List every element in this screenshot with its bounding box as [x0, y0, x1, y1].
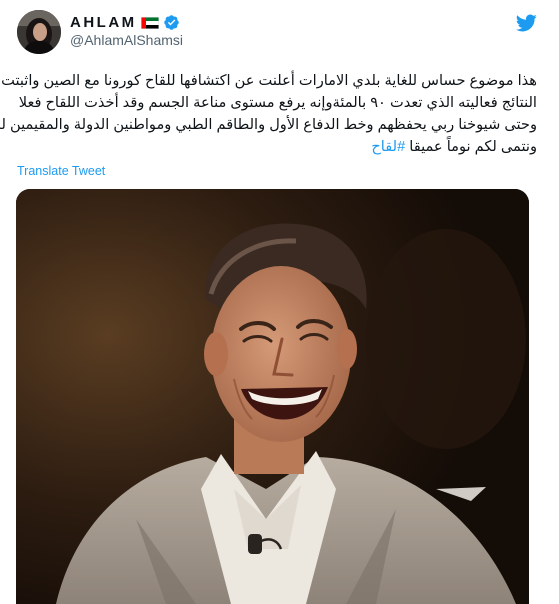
tweet-text-line-3: وحتى شيوخنا ربي يحفظهم وخط الدفاع الأول … [0, 117, 537, 133]
author-handle[interactable]: @AhlamAlShamsi [70, 32, 183, 48]
author-name-row: AHLAM [70, 13, 180, 31]
avatar[interactable] [17, 10, 61, 54]
tweet-text-line-2: النتائج فعاليته الذي تعدت ٩٠ بالمئةوإنه … [18, 95, 537, 111]
uae-flag-icon [140, 16, 159, 29]
author-display-name[interactable]: AHLAM [70, 14, 137, 31]
tweet-text-line-1: هذا موضوع حساس للغاية بلدي الامارات أعلن… [1, 73, 537, 89]
tweet-card: AHLAM @AhlamAlShamsi هذا موضوع حساس للغا… [0, 0, 559, 604]
verified-badge-icon [163, 14, 180, 31]
tweet-text: هذا موضوع حساس للغاية بلدي الامارات أعلن… [0, 70, 537, 158]
tweet-media-photo[interactable] [16, 189, 529, 604]
translate-tweet-link[interactable]: Translate Tweet [17, 164, 105, 178]
tweet-text-line-4-text: ونتمى لكم نوماً عميقا [405, 139, 537, 155]
tweet-text-line-4: ونتمى لكم نوماً عميقا #لقاح [16, 136, 537, 158]
twitter-bird-icon[interactable] [515, 12, 537, 34]
hashtag-link[interactable]: #لقاح [371, 139, 405, 155]
